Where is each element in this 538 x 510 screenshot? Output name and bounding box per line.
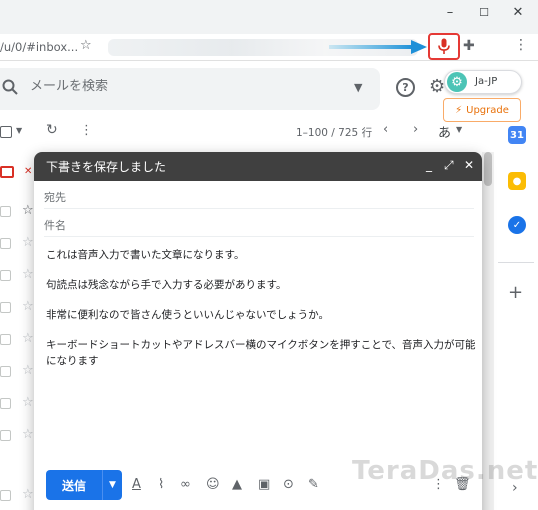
- row-checkbox[interactable]: [0, 490, 11, 501]
- row-checkbox[interactable]: [0, 430, 11, 441]
- input-tool-caret-icon[interactable]: ▼: [456, 125, 462, 134]
- next-page-icon[interactable]: ›: [413, 122, 418, 137]
- star-icon[interactable]: ☆: [22, 203, 34, 218]
- minimize-button[interactable]: –: [432, 0, 468, 24]
- close-button[interactable]: ✕: [500, 0, 536, 24]
- star-icon[interactable]: ☆: [22, 363, 34, 378]
- formatting-icon[interactable]: A: [132, 477, 141, 492]
- photo-icon[interactable]: ▣: [258, 477, 270, 492]
- browser-menu-icon[interactable]: ⋮: [514, 37, 528, 53]
- mic-button[interactable]: [428, 33, 460, 60]
- body-line: 非常に便利なので皆さん使うといいんじゃないでしょうか。: [46, 309, 329, 321]
- compose-close-icon[interactable]: ✕: [464, 158, 474, 172]
- pagination-range: 1–100 / 725 行: [296, 127, 373, 139]
- compose-fullscreen-icon[interactable]: ⤢: [444, 158, 454, 173]
- body-line: になります: [46, 355, 99, 367]
- address-url[interactable]: /u/0/#inbox...: [0, 40, 78, 54]
- body-line: キーボードショートカットやアドレスバー横のマイクボタンを押すことで、音声入力が可…: [46, 339, 476, 351]
- star-icon[interactable]: ☆: [22, 299, 34, 314]
- signature-icon[interactable]: ✎: [308, 477, 319, 492]
- add-app-icon[interactable]: +: [508, 282, 523, 303]
- search-bar[interactable]: ▼: [0, 68, 380, 110]
- bookmark-star-icon[interactable]: ☆: [80, 38, 92, 53]
- upgrade-button[interactable]: ⚡ Upgrade: [443, 98, 521, 122]
- help-icon[interactable]: ?: [396, 78, 415, 97]
- watermark: TeraDas.net: [352, 456, 538, 486]
- send-button[interactable]: 送信 ▼: [46, 470, 122, 500]
- search-icon[interactable]: [2, 79, 18, 99]
- microphone-icon: [438, 38, 450, 54]
- pointer-arrow: [329, 40, 427, 54]
- search-options-caret-icon[interactable]: ▼: [354, 81, 362, 94]
- calendar-app-icon[interactable]: 31: [508, 126, 526, 144]
- row-checkbox[interactable]: [0, 238, 11, 249]
- subject-label: 件名: [44, 219, 66, 232]
- input-tool-button[interactable]: あ: [438, 122, 451, 141]
- settings-gear-icon[interactable]: ⚙: [429, 76, 445, 97]
- select-caret-icon[interactable]: ▼: [16, 126, 22, 135]
- row-checkbox[interactable]: [0, 334, 11, 345]
- language-code: Ja-JP: [475, 76, 498, 87]
- confidential-icon[interactable]: ⊙: [283, 477, 294, 492]
- scrollbar-thumb[interactable]: [484, 152, 492, 186]
- row-checkbox[interactable]: [0, 270, 11, 281]
- send-label: 送信: [61, 478, 86, 493]
- inbox-icon[interactable]: [0, 166, 14, 178]
- compose-header[interactable]: 下書きを保存しました _ ⤢ ✕: [34, 152, 482, 181]
- row-checkbox[interactable]: [0, 206, 11, 217]
- tasks-app-icon[interactable]: ✓: [508, 216, 526, 234]
- select-all-checkbox[interactable]: [0, 126, 12, 138]
- sidebar-divider: [498, 262, 534, 263]
- star-icon[interactable]: ☆: [22, 331, 34, 346]
- extensions-puzzle-icon[interactable]: ✚: [463, 38, 475, 54]
- row-checkbox[interactable]: [0, 302, 11, 313]
- maximize-button[interactable]: ☐: [466, 0, 502, 24]
- star-icon[interactable]: ☆: [22, 267, 34, 282]
- search-input[interactable]: [30, 79, 330, 94]
- star-icon[interactable]: ☆: [22, 395, 34, 410]
- body-line: 句読点は残念ながら手で入力する必要があります。: [46, 279, 287, 291]
- prev-page-icon[interactable]: ‹: [383, 122, 388, 137]
- star-icon[interactable]: ☆: [22, 427, 34, 442]
- attach-icon[interactable]: ⌇: [158, 477, 164, 492]
- keep-app-icon[interactable]: ●: [508, 172, 526, 190]
- inbox-tab-mark-icon: ✕: [24, 166, 33, 177]
- emoji-icon[interactable]: ☺: [206, 477, 220, 492]
- compose-minimize-icon[interactable]: _: [426, 158, 432, 172]
- send-options-caret-icon[interactable]: ▼: [102, 470, 122, 500]
- to-field[interactable]: 宛先: [44, 183, 474, 209]
- to-label: 宛先: [44, 191, 66, 204]
- body-line: これは音声入力で書いた文章になります。: [46, 249, 245, 261]
- subject-field[interactable]: 件名: [44, 211, 474, 237]
- drive-icon[interactable]: ▲: [232, 477, 242, 492]
- upgrade-label: Upgrade: [466, 104, 509, 116]
- star-icon[interactable]: ☆: [22, 487, 34, 502]
- more-options-icon[interactable]: ⋮: [80, 123, 93, 138]
- row-checkbox[interactable]: [0, 366, 11, 377]
- compose-title: 下書きを保存しました: [46, 160, 167, 174]
- language-pill[interactable]: ⚙ Ja-JP: [444, 70, 522, 94]
- row-checkbox[interactable]: [0, 398, 11, 409]
- link-icon[interactable]: ∞: [180, 477, 191, 492]
- star-icon[interactable]: ☆: [22, 235, 34, 250]
- bolt-icon: ⚡: [455, 104, 463, 116]
- refresh-icon[interactable]: ↻: [46, 122, 58, 138]
- extension-gear-icon: ⚙: [447, 72, 467, 92]
